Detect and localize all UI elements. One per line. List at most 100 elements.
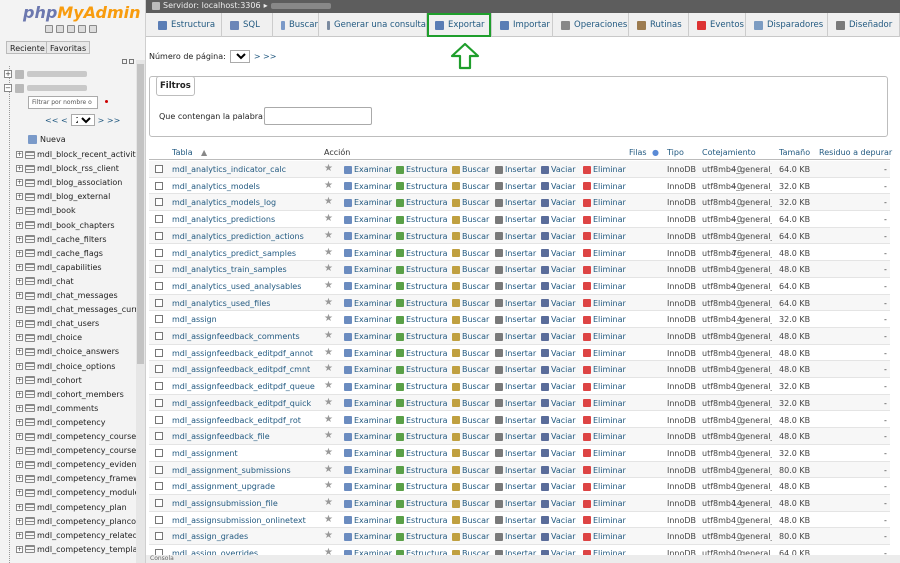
expand-icon[interactable]: + — [16, 376, 23, 384]
favorite-star-icon[interactable]: ★ — [324, 530, 333, 541]
pager-prev[interactable]: << < — [45, 116, 68, 125]
pager-next[interactable]: > >> — [98, 116, 121, 125]
action-buscar[interactable]: Buscar — [452, 165, 489, 174]
nav-table-item[interactable]: + mdl_blog_association — [16, 176, 122, 189]
table-name-link[interactable]: mdl_assignfeedback_editpdf_cmnt — [172, 365, 310, 374]
action-examinar[interactable]: Examinar — [344, 516, 392, 525]
action-buscar[interactable]: Buscar — [452, 449, 489, 458]
expand-icon[interactable]: + — [16, 404, 23, 412]
table-name-link[interactable]: mdl_assignment_submissions — [172, 466, 291, 475]
action-examinar[interactable]: Examinar — [344, 165, 392, 174]
tab-rutinas[interactable]: Rutinas — [629, 13, 689, 37]
expand-icon[interactable]: + — [16, 165, 23, 173]
table-name-link[interactable]: mdl_assignment_upgrade — [172, 482, 275, 491]
favorite-star-icon[interactable]: ★ — [324, 497, 333, 508]
action-insertar[interactable]: Insertar — [495, 382, 536, 391]
expand-icon[interactable]: + — [16, 489, 23, 497]
expand-icon[interactable]: + — [16, 348, 23, 356]
nav-table-item[interactable]: + mdl_block_recent_activity — [16, 148, 140, 161]
col-header-table[interactable]: Tabla — [172, 148, 193, 157]
expand-icon[interactable]: + — [16, 320, 23, 328]
action-estructura[interactable]: Estructura — [396, 416, 448, 425]
table-name-link[interactable]: mdl_assignfeedback_file — [172, 432, 270, 441]
expand-icon[interactable]: + — [16, 334, 23, 342]
row-checkbox[interactable] — [155, 398, 163, 407]
action-estructura[interactable]: Estructura — [396, 249, 448, 258]
row-checkbox[interactable] — [155, 165, 163, 173]
action-buscar[interactable]: Buscar — [452, 382, 489, 391]
row-checkbox[interactable] — [155, 348, 163, 357]
table-name-link[interactable]: mdl_analytics_indicator_calc — [172, 165, 286, 174]
expand-icon[interactable]: + — [16, 517, 23, 525]
table-name-link[interactable]: mdl_assign — [172, 315, 217, 324]
action-estructura[interactable]: Estructura — [396, 182, 448, 191]
action-vaciar[interactable]: Vaciar — [541, 399, 576, 408]
action-vaciar[interactable]: Vaciar — [541, 349, 576, 358]
nav-table-item[interactable]: + mdl_chat — [16, 275, 74, 288]
action-vaciar[interactable]: Vaciar — [541, 466, 576, 475]
tab-estructura[interactable]: Estructura — [150, 13, 222, 37]
expand-icon[interactable]: + — [16, 447, 23, 455]
action-buscar[interactable]: Buscar — [452, 215, 489, 224]
table-name-link[interactable]: mdl_analytics_used_files — [172, 299, 270, 308]
action-eliminar[interactable]: Eliminar — [583, 249, 626, 258]
action-estructura[interactable]: Estructura — [396, 315, 448, 324]
table-name-link[interactable]: mdl_assignfeedback_editpdf_queue — [172, 382, 315, 391]
action-eliminar[interactable]: Eliminar — [583, 232, 626, 241]
action-buscar[interactable]: Buscar — [452, 349, 489, 358]
expand-icon[interactable]: + — [16, 263, 23, 271]
nav-table-item[interactable]: + mdl_cache_filters — [16, 233, 107, 246]
row-checkbox[interactable] — [155, 432, 163, 441]
expand-icon[interactable]: + — [16, 193, 23, 201]
nav-table-item[interactable]: + mdl_competency_plan — [16, 501, 127, 514]
action-insertar[interactable]: Insertar — [495, 416, 536, 425]
action-eliminar[interactable]: Eliminar — [583, 516, 626, 525]
action-eliminar[interactable]: Eliminar — [583, 165, 626, 174]
action-eliminar[interactable]: Eliminar — [583, 466, 626, 475]
tab-sql[interactable]: SQL — [222, 13, 273, 37]
action-estructura[interactable]: Estructura — [396, 198, 448, 207]
tab-generar-una-consulta[interactable]: Generar una consulta — [319, 13, 427, 37]
expand-icon[interactable]: + — [16, 292, 23, 299]
action-examinar[interactable]: Examinar — [344, 482, 392, 491]
action-insertar[interactable]: Insertar — [495, 516, 536, 525]
favorite-star-icon[interactable]: ★ — [324, 447, 333, 458]
action-examinar[interactable]: Examinar — [344, 315, 392, 324]
row-checkbox[interactable] — [155, 198, 163, 207]
favorite-star-icon[interactable]: ★ — [324, 213, 333, 224]
expand-icon[interactable]: + — [16, 433, 23, 440]
table-name-link[interactable]: mdl_assignsubmission_onlinetext — [172, 516, 306, 525]
action-examinar[interactable]: Examinar — [344, 416, 392, 425]
action-vaciar[interactable]: Vaciar — [541, 299, 576, 308]
action-buscar[interactable]: Buscar — [452, 299, 489, 308]
action-eliminar[interactable]: Eliminar — [583, 365, 626, 374]
sort-asc-icon[interactable]: ▲ — [201, 148, 207, 157]
favorite-star-icon[interactable]: ★ — [324, 480, 333, 491]
action-buscar[interactable]: Buscar — [452, 532, 489, 541]
expand-icon[interactable]: + — [16, 249, 23, 257]
action-estructura[interactable]: Estructura — [396, 349, 448, 358]
nav-table-item[interactable]: + mdl_competency_evidence — [16, 458, 145, 471]
action-vaciar[interactable]: Vaciar — [541, 482, 576, 491]
nav-table-item[interactable]: + mdl_choice_options — [16, 360, 115, 373]
col-header-type[interactable]: Tipo — [667, 148, 684, 157]
nav-scrollbar-thumb[interactable] — [137, 64, 144, 364]
action-eliminar[interactable]: Eliminar — [583, 532, 626, 541]
action-insertar[interactable]: Insertar — [495, 165, 536, 174]
action-eliminar[interactable]: Eliminar — [583, 432, 626, 441]
action-examinar[interactable]: Examinar — [344, 449, 392, 458]
col-header-collation[interactable]: Cotejamiento — [702, 148, 756, 157]
action-examinar[interactable]: Examinar — [344, 265, 392, 274]
action-vaciar[interactable]: Vaciar — [541, 365, 576, 374]
action-eliminar[interactable]: Eliminar — [583, 299, 626, 308]
action-eliminar[interactable]: Eliminar — [583, 499, 626, 508]
db-row-2[interactable]: − — [4, 82, 87, 94]
collapse-link-icons[interactable] — [122, 59, 136, 65]
expand-icon[interactable]: + — [16, 151, 23, 158]
filter-word-input[interactable] — [264, 107, 372, 125]
action-vaciar[interactable]: Vaciar — [541, 449, 576, 458]
action-estructura[interactable]: Estructura — [396, 532, 448, 541]
page-next[interactable]: > >> — [254, 52, 277, 61]
nav-table-item[interactable]: + mdl_choice — [16, 331, 82, 344]
action-insertar[interactable]: Insertar — [495, 182, 536, 191]
